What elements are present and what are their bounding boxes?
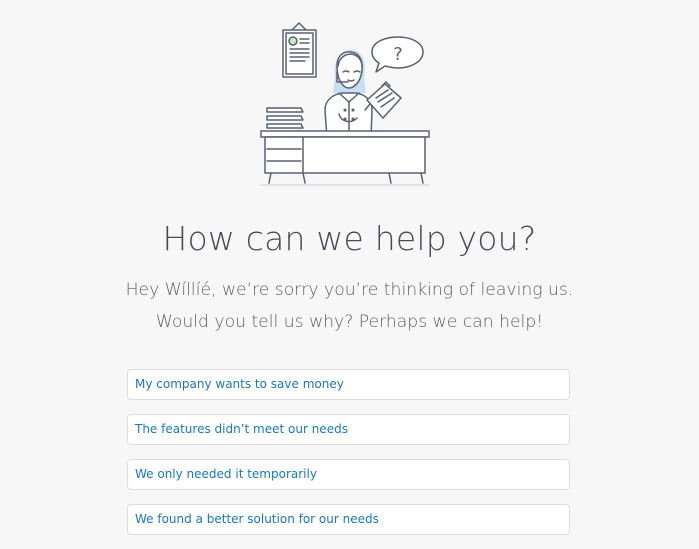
page-title: How can we help you? [162,219,537,258]
reason-option-save-money[interactable]: My company wants to save money [127,369,570,400]
desk [260,130,430,186]
agent-figure [324,49,376,139]
wall-poster [282,22,317,78]
support-agent-svg: ? [260,22,430,186]
subtitle-line-1: Hey Wíllíé, we’re sorry you’re thinking … [125,280,574,300]
subtitle-line-2: Would you tell us why? Perhaps we can he… [155,312,544,332]
support-agent-illustration: ? [255,18,435,190]
question-mark-text: ? [393,44,403,65]
reason-option-features[interactable]: The features didn’t meet our needs [127,414,570,445]
cancellation-reasons-list: My company wants to save money The featu… [127,369,570,549]
reason-option-better-solution[interactable]: We found a better solution for our needs [127,504,570,535]
reason-option-temporary[interactable]: We only needed it temporarily [127,459,570,490]
document-trays [266,107,304,129]
